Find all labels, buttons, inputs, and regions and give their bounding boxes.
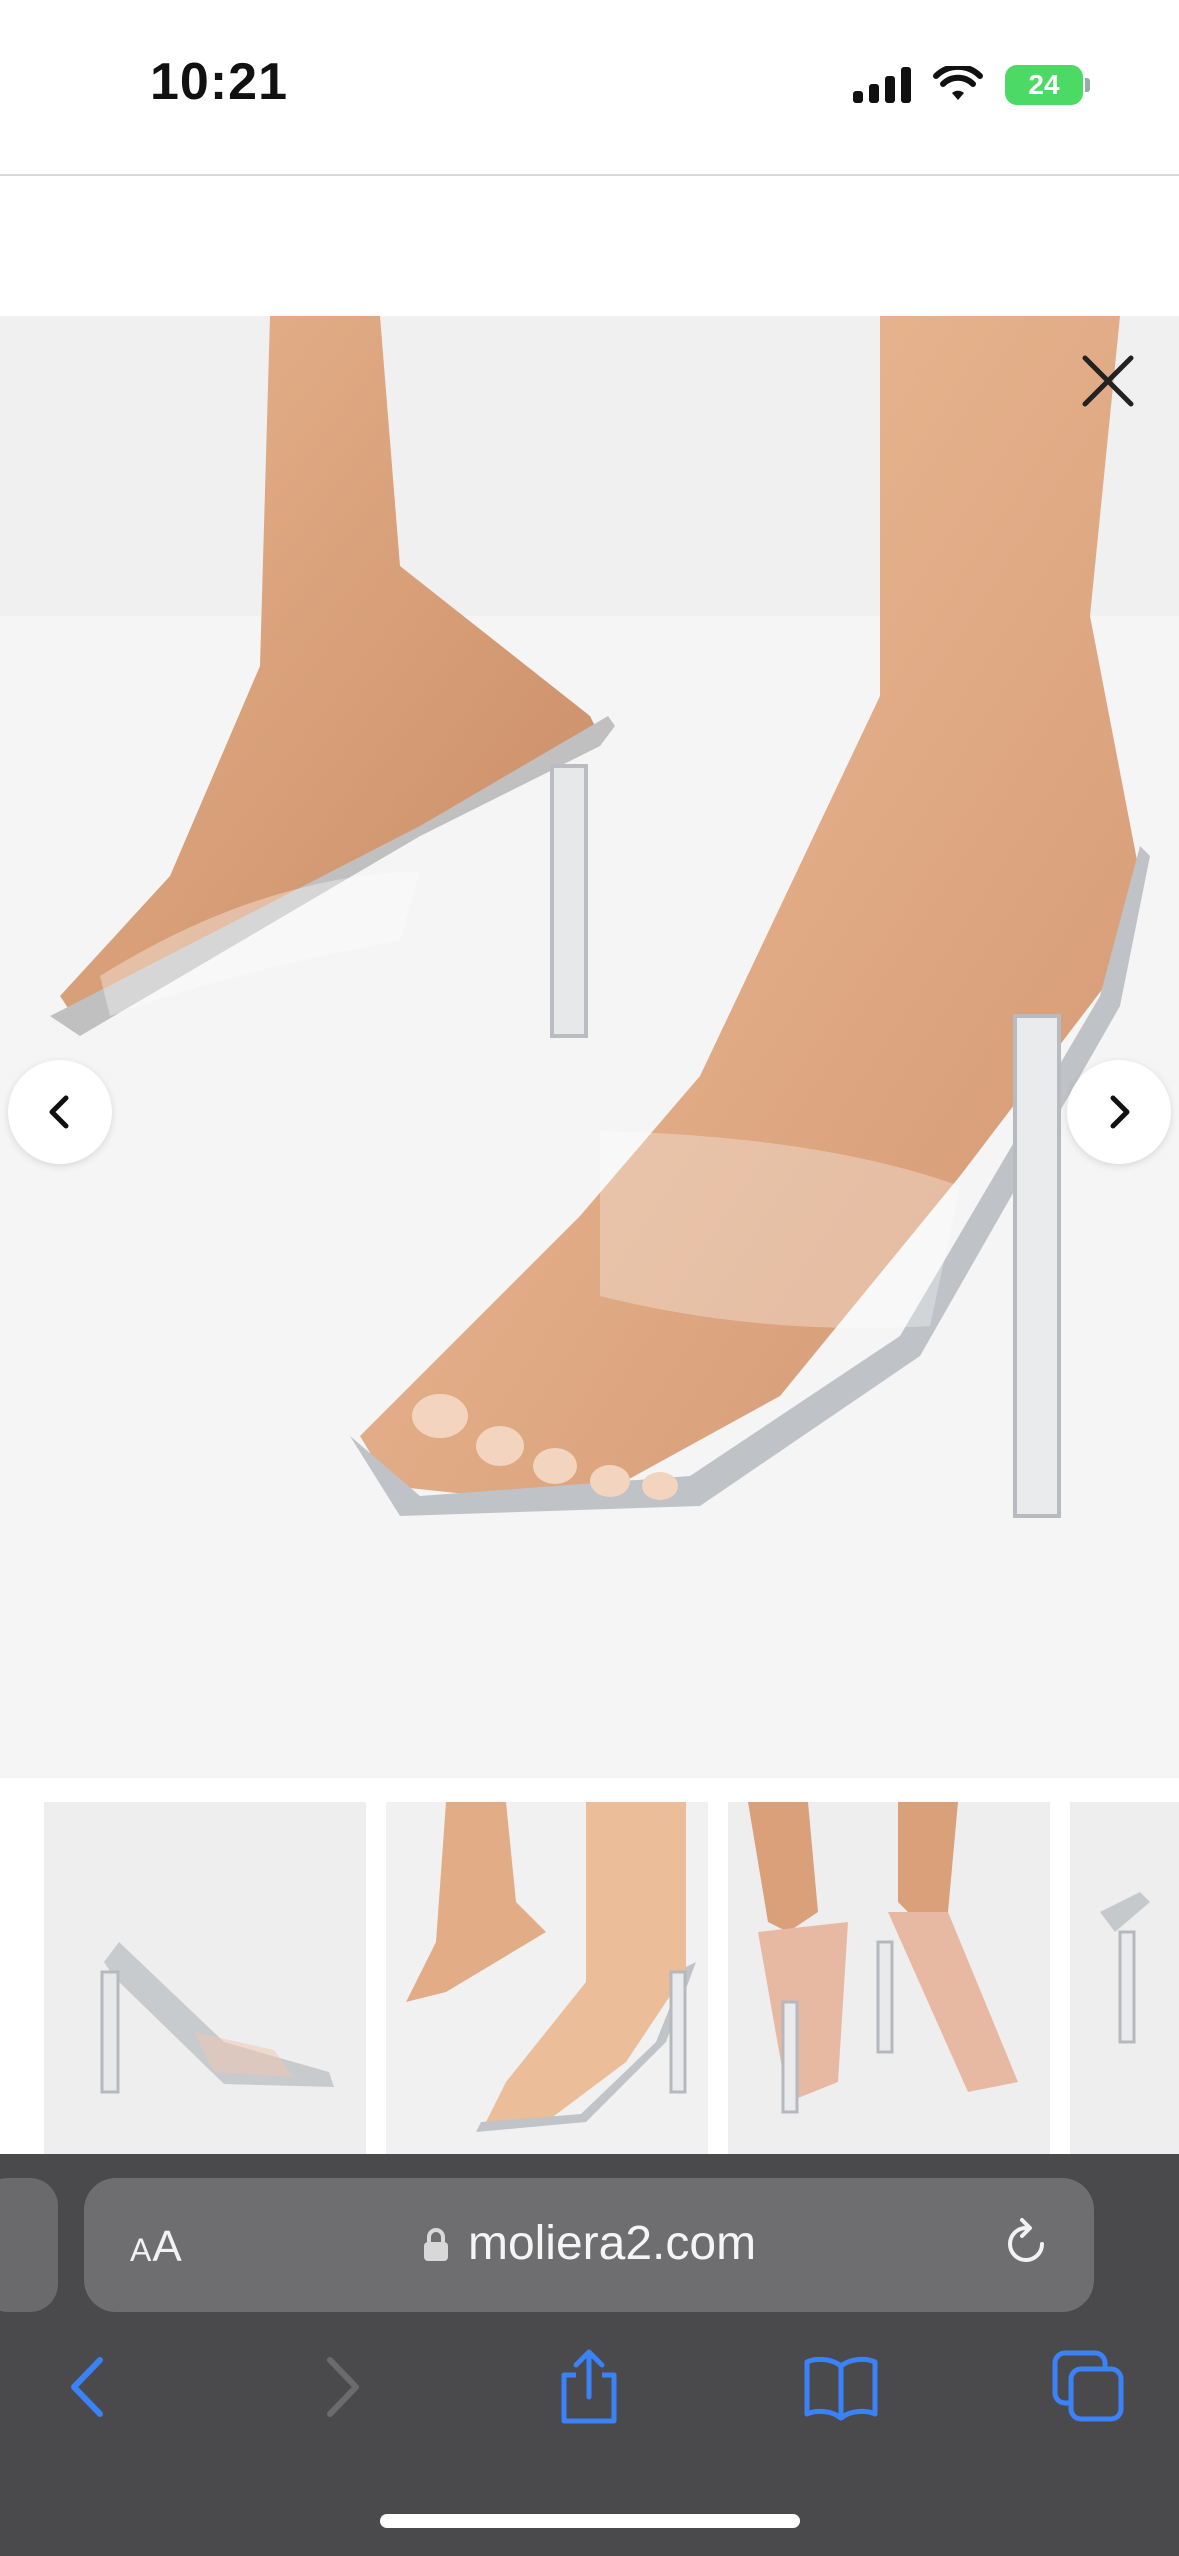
- previous-tab-preview[interactable]: [0, 2178, 58, 2312]
- wifi-icon: [933, 66, 983, 100]
- chevron-right-icon: [327, 2357, 359, 2417]
- header-band: [0, 178, 1179, 316]
- chevron-left-icon: [49, 1095, 69, 1129]
- chevron-left-icon: [71, 2357, 103, 2417]
- thumbnail-strip: [0, 1778, 1179, 2154]
- share-icon: [561, 2349, 617, 2424]
- shoe-photo: [0, 316, 1179, 1778]
- url-text: moliera2.com: [467, 2217, 757, 2270]
- share-button[interactable]: [544, 2342, 634, 2432]
- home-indicator[interactable]: [380, 2514, 800, 2528]
- thumbnail-3[interactable]: [728, 1802, 1050, 2154]
- status-icons: 24: [853, 60, 1090, 110]
- back-button[interactable]: [44, 2342, 134, 2432]
- previous-image-button[interactable]: [8, 1060, 112, 1164]
- tabs-button[interactable]: [1044, 2342, 1134, 2432]
- forward-button[interactable]: [296, 2342, 386, 2432]
- reload-icon[interactable]: [998, 2216, 1054, 2272]
- address-bar[interactable]: AA moliera2.com: [84, 2178, 1094, 2312]
- book-icon: [804, 2356, 878, 2421]
- close-button[interactable]: [1073, 346, 1143, 416]
- bookmarks-button[interactable]: [796, 2342, 886, 2432]
- url-display[interactable]: moliera2.com: [84, 2216, 1094, 2271]
- battery-icon: 24: [1005, 65, 1090, 105]
- tabs-icon: [1052, 2350, 1124, 2422]
- lock-icon: [423, 2228, 448, 2261]
- main-product-image[interactable]: [0, 316, 1179, 1778]
- close-icon: [1082, 355, 1134, 407]
- shoe-thumbnail: [728, 1802, 1050, 2154]
- thumbnail-4[interactable]: [1070, 1802, 1179, 2154]
- thumbnail-2[interactable]: [386, 1802, 708, 2154]
- next-image-button[interactable]: [1067, 1060, 1171, 1164]
- status-bar: 10:21 24: [0, 0, 1179, 176]
- chevron-right-icon: [1110, 1095, 1130, 1129]
- status-time: 10:21: [150, 53, 288, 111]
- browser-toolbar: [0, 2320, 1179, 2460]
- shoe-thumbnail: [1070, 1802, 1179, 2154]
- cellular-signal-icon: [853, 67, 911, 103]
- battery-level: 24: [1028, 69, 1060, 100]
- shoe-thumbnail: [386, 1802, 708, 2154]
- thumbnail-1[interactable]: [44, 1802, 366, 2154]
- shoe-thumbnail: [44, 1802, 366, 2154]
